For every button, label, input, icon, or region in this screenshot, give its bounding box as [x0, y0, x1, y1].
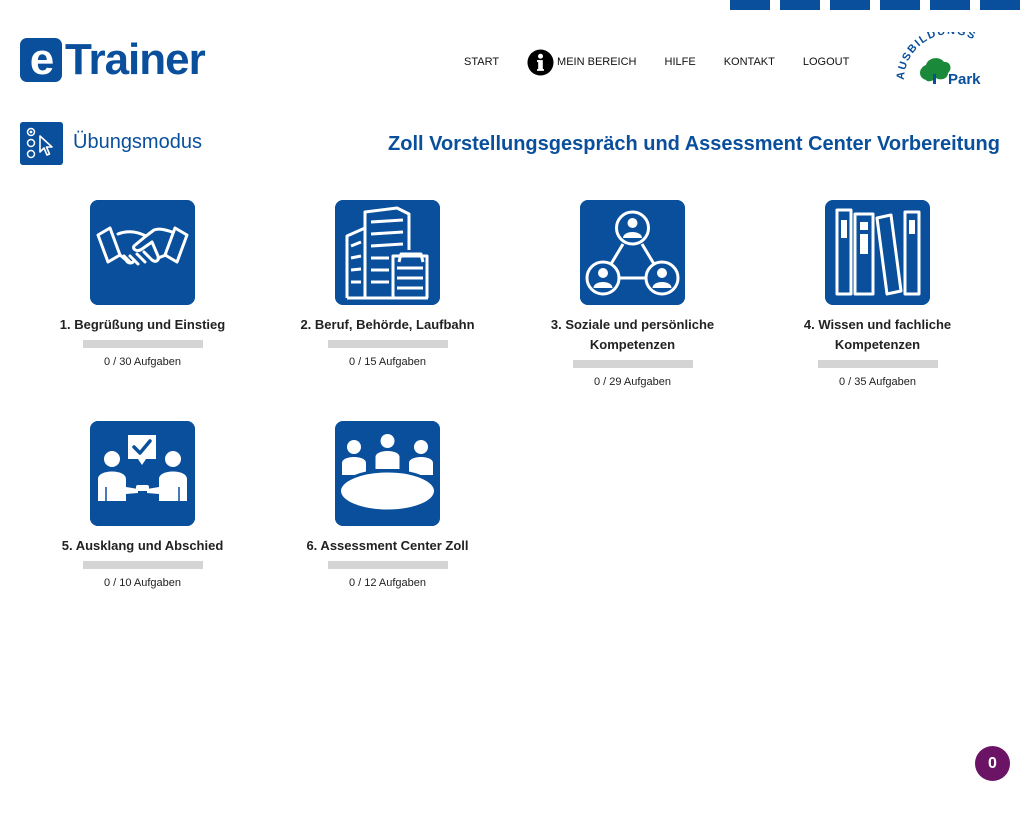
category-label: 3. Soziale und persönliche Kompetenzen [550, 317, 715, 352]
task-count: 0 / 30 Aufgaben [103, 356, 182, 368]
course-title: Zoll Vorstellungsgespräch und Assessment… [388, 133, 1000, 155]
progress-bar [82, 561, 203, 569]
top-square-5[interactable] [930, 0, 970, 10]
category-label: 1. Begrüßung und Einstieg [59, 317, 226, 332]
category-tile-2[interactable]: 2. Beruf, Behörde, Laufbahn 0 / 15 Aufga… [265, 200, 510, 370]
people-network-icon [580, 200, 685, 305]
nav-mein-bereich[interactable]: MEIN BEREICH [527, 47, 637, 77]
handshake-icon [90, 200, 195, 305]
nav-logout[interactable]: LOGOUT [803, 47, 849, 77]
category-tile-6[interactable]: 6. Assessment Center Zoll 0 / 12 Aufgabe… [265, 421, 510, 591]
category-tile-4[interactable]: 4. Wissen und fachliche Kompetenzen 0 / … [755, 200, 1000, 390]
nav-hilfe[interactable]: HILFE [665, 47, 696, 77]
ausbildungspark-logo[interactable]: AUSBILDUNGS Park [896, 32, 1004, 90]
nav-mein-bereich-label: MEIN BEREICH [557, 56, 637, 68]
category-label: 5. Ausklang und Abschied [61, 538, 224, 553]
nav-kontakt[interactable]: KONTAKT [724, 47, 775, 77]
category-tile-3[interactable]: 3. Soziale und persönliche Kompetenzen 0… [510, 200, 755, 390]
pointer-select-icon [20, 122, 63, 165]
progress-bar [82, 340, 203, 348]
info-icon [527, 48, 554, 76]
notification-badge[interactable]: 0 [975, 746, 1010, 781]
logo-e-mark: e [20, 38, 62, 82]
category-label: 2. Beruf, Behörde, Laufbahn [300, 317, 475, 332]
progress-bar [572, 360, 693, 368]
task-count: 0 / 15 Aufgaben [348, 356, 427, 368]
category-tile-1[interactable]: 1. Begrüßung und Einstieg 0 / 30 Aufgabe… [20, 200, 265, 370]
task-count: 0 / 12 Aufgaben [348, 577, 427, 589]
category-label: 6. Assessment Center Zoll [306, 538, 469, 553]
top-toolbar-squares [730, 0, 1020, 10]
progress-bar [817, 360, 938, 368]
mode-title: Übungsmodus [73, 131, 202, 153]
books-icon [825, 200, 930, 305]
top-square-1[interactable] [730, 0, 770, 10]
buildings-icon [335, 200, 440, 305]
etrainer-logo[interactable]: e Trainer [20, 35, 206, 84]
progress-bar [327, 561, 448, 569]
task-count: 0 / 35 Aufgaben [838, 376, 917, 388]
task-count: 0 / 10 Aufgaben [103, 577, 182, 589]
category-label: 4. Wissen und fachliche Kompetenzen [803, 317, 952, 352]
logo-wordmark: Trainer [65, 35, 206, 84]
top-square-3[interactable] [830, 0, 870, 10]
category-tile-5[interactable]: 5. Ausklang und Abschied 0 / 10 Aufgaben [20, 421, 265, 591]
conference-table-icon [335, 421, 440, 526]
task-count: 0 / 29 Aufgaben [593, 376, 672, 388]
partner-sub-text: Park [948, 71, 981, 88]
progress-bar [327, 340, 448, 348]
agreement-meeting-icon [90, 421, 195, 526]
top-square-2[interactable] [780, 0, 820, 10]
top-square-6[interactable] [980, 0, 1020, 10]
main-nav: START MEIN BEREICH HILFE KONTAKT LOGOUT [464, 47, 877, 77]
top-square-4[interactable] [880, 0, 920, 10]
nav-start[interactable]: START [464, 47, 499, 77]
